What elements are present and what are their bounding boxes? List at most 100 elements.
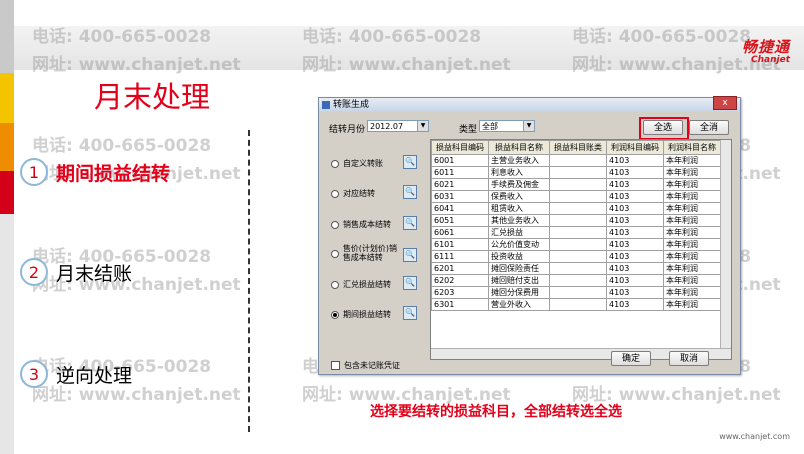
menu-number: 2	[20, 258, 48, 286]
option-sales-cost-transfer[interactable]: 销售成本结转	[331, 219, 391, 230]
menu-item-reverse-processing[interactable]: 3 逆向处理	[20, 360, 132, 388]
table-row[interactable]: 6201 摊回保险责任 4103 本年利润	[431, 262, 721, 275]
table-cell: 6021	[431, 178, 489, 191]
table-cell: 4103	[606, 274, 664, 287]
instruction-caption: 选择要结转的损益科目，全部结转选全选	[370, 404, 622, 420]
table-cell: 摊回保险责任	[488, 262, 550, 275]
table-row[interactable]: 6101 公允价值变动 4103 本年利润	[431, 238, 721, 251]
watermark-phone: 电话: 400-665-0028	[572, 27, 752, 47]
option-period-profit-loss-transfer[interactable]: 期间损益结转	[331, 309, 391, 320]
table-row[interactable]: 6041 租赁收入 4103 本年利润	[431, 202, 721, 215]
table-cell: 4103	[606, 298, 664, 311]
table-cell: 4103	[606, 166, 664, 179]
table-row[interactable]: 6202 摊回赔付支出 4103 本年利润	[431, 274, 721, 287]
search-icon[interactable]: 🔍	[403, 155, 417, 169]
accounts-grid[interactable]: 损益科目编码 损益科目名称 损益科目账类 利润科目编码 利润科目名称 6001 主…	[430, 139, 732, 360]
option-corresponding-transfer[interactable]: 对应结转	[331, 188, 375, 199]
checkbox[interactable]	[331, 361, 340, 370]
table-cell: 本年利润	[663, 238, 721, 251]
table-cell: 本年利润	[663, 262, 721, 275]
cancel-button[interactable]: 取消	[669, 351, 709, 366]
table-cell: 4103	[606, 214, 664, 227]
search-icon[interactable]: 🔍	[403, 216, 417, 230]
column-header[interactable]: 损益科目账类	[549, 140, 607, 155]
table-cell	[549, 190, 607, 203]
table-header-row: 损益科目编码 损益科目名称 损益科目账类 利润科目编码 利润科目名称	[431, 140, 721, 155]
radio-button[interactable]	[331, 159, 339, 168]
table-cell: 4103	[606, 238, 664, 251]
ok-button[interactable]: 确定	[611, 351, 651, 366]
table-cell: 6041	[431, 202, 489, 215]
table-cell: 6111	[431, 250, 489, 263]
table-cell: 利息收入	[488, 166, 550, 179]
table-row[interactable]: 6011 利息收入 4103 本年利润	[431, 166, 721, 179]
menu-item-month-end-close[interactable]: 2 月末结账	[20, 258, 132, 286]
month-value: 2012.07	[370, 122, 404, 131]
select-all-button[interactable]: 全选	[643, 120, 683, 135]
column-header[interactable]: 利润科目编码	[606, 140, 664, 155]
option-planned-price-transfer[interactable]: 售价(计划价)销售成本结转	[331, 244, 401, 262]
table-cell: 摊回分保费用	[488, 286, 550, 299]
clear-all-button[interactable]: 全消	[689, 120, 729, 135]
search-icon[interactable]: 🔍	[403, 185, 417, 199]
option-label: 售价(计划价)销售成本结转	[342, 244, 398, 262]
close-icon[interactable]: x	[713, 96, 737, 110]
watermark-phone: 电话: 400-665-0028	[32, 27, 212, 47]
column-header[interactable]: 利润科目名称	[663, 140, 721, 155]
vertical-scrollbar[interactable]	[720, 140, 731, 359]
type-select[interactable]: 全部 ▼	[479, 120, 535, 132]
table-cell: 4103	[606, 154, 664, 167]
table-cell: 4103	[606, 226, 664, 239]
table-cell: 6031	[431, 190, 489, 203]
menu-item-period-profit-loss[interactable]: 1 期间损益结转	[20, 158, 170, 186]
table-cell: 本年利润	[663, 202, 721, 215]
table-row[interactable]: 6051 其他业务收入 4103 本年利润	[431, 214, 721, 227]
table-cell: 4103	[606, 178, 664, 191]
watermark-web: 网址: www.chanjet.net	[302, 55, 511, 75]
radio-button[interactable]	[331, 280, 339, 289]
brand-name-cn: 畅捷通	[741, 38, 790, 56]
search-icon[interactable]: 🔍	[403, 248, 417, 262]
column-header[interactable]: 损益科目名称	[488, 140, 550, 155]
table-cell: 6061	[431, 226, 489, 239]
radio-button[interactable]	[331, 189, 339, 198]
option-custom-transfer[interactable]: 自定义转账	[331, 158, 383, 169]
option-exchange-gain-loss-transfer[interactable]: 汇兑损益结转	[331, 279, 391, 290]
table-row[interactable]: 6061 汇兑损益 4103 本年利润	[431, 226, 721, 239]
radio-button[interactable]	[331, 220, 339, 229]
transfer-generate-dialog: 转账生成 x 结转月份 2012.07 ▼ 类型 全部 ▼ 全选 全消 自定义转…	[318, 96, 741, 375]
table-cell: 6203	[431, 286, 489, 299]
search-icon[interactable]: 🔍	[403, 276, 417, 290]
search-icon[interactable]: 🔍	[403, 306, 417, 320]
watermark-phone: 电话: 400-665-0028	[302, 27, 482, 47]
table-row[interactable]: 6031 保费收入 4103 本年利润	[431, 190, 721, 203]
table-cell: 本年利润	[663, 274, 721, 287]
table-row[interactable]: 6111 投资收益 4103 本年利润	[431, 250, 721, 263]
table-row[interactable]: 6021 手续费及佣金 4103 本年利润	[431, 178, 721, 191]
table-cell	[549, 274, 607, 287]
table-row[interactable]: 6301 营业外收入 4103 本年利润	[431, 298, 721, 311]
table-cell	[549, 250, 607, 263]
month-select[interactable]: 2012.07 ▼	[367, 120, 429, 132]
column-header[interactable]: 损益科目编码	[431, 140, 489, 155]
dialog-title-bar: 转账生成 x	[319, 96, 740, 112]
menu-label: 逆向处理	[56, 364, 133, 387]
table-cell: 投资收益	[488, 250, 550, 263]
radio-button[interactable]	[331, 250, 339, 258]
table-row[interactable]: 6203 摊回分保费用 4103 本年利润	[431, 286, 721, 299]
table-cell: 4103	[606, 262, 664, 275]
table-row[interactable]: 6001 主营业务收入 4103 本年利润	[431, 154, 721, 167]
dashed-divider	[248, 130, 250, 432]
table-cell: 手续费及佣金	[488, 178, 550, 191]
table-cell	[549, 226, 607, 239]
table-cell: 6301	[431, 298, 489, 311]
table-cell: 保费收入	[488, 190, 550, 203]
include-unposted-option[interactable]: 包含未记账凭证	[331, 360, 400, 371]
table-cell: 4103	[606, 250, 664, 263]
option-label: 对应结转	[343, 189, 375, 198]
radio-button-selected[interactable]	[331, 310, 339, 319]
table-cell: 4103	[606, 286, 664, 299]
chevron-down-icon: ▼	[523, 121, 534, 131]
left-accent-orange	[0, 123, 14, 171]
option-label: 自定义转账	[343, 159, 383, 168]
